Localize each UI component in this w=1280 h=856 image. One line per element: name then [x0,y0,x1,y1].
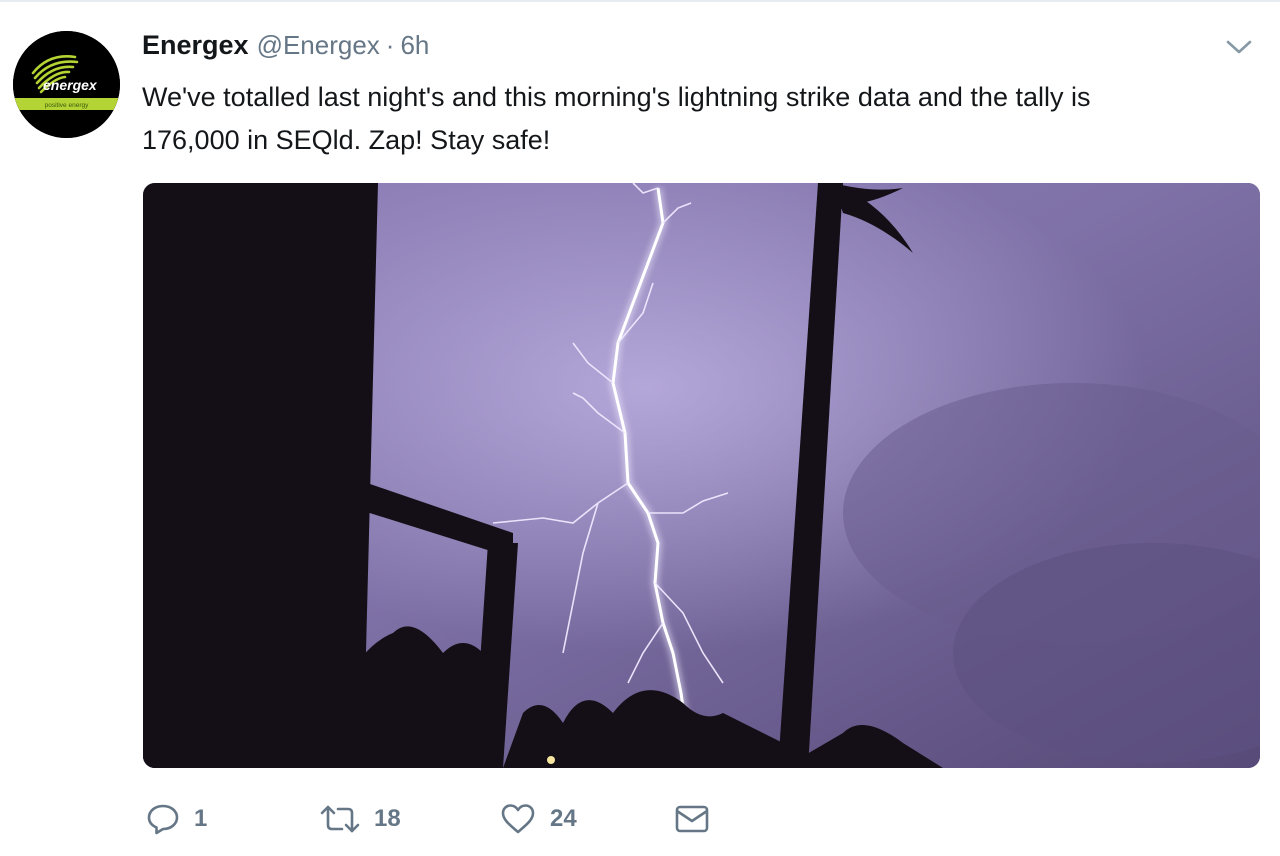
reply-count: 1 [194,805,208,832]
direct-message-button[interactable] [675,804,709,834]
logo-tagline: positive energy [45,102,89,109]
chevron-down-icon[interactable] [1224,36,1254,58]
heart-icon [501,804,535,834]
tweet-text: We've totalled last night's and this mor… [142,76,1257,162]
tweet-photo[interactable] [143,183,1260,768]
envelope-icon [675,805,709,833]
reply-icon [147,804,179,835]
tweet-timestamp[interactable]: 6h [400,30,429,61]
tweet-header: Energex @Energex · 6h [142,30,429,64]
tweet-actions: 1 18 24 [146,800,709,838]
author-handle[interactable]: @Energex [257,30,380,61]
retweet-icon [320,805,360,833]
header-separator: · [385,30,395,60]
retweet-button[interactable]: 18 [320,803,500,835]
tweet-text-line: We've totalled last night's and this mor… [142,82,1091,112]
avatar[interactable]: energex positive energy [13,31,120,138]
retweet-count: 18 [374,805,401,832]
tweet-text-line: 176,000 in SEQld. Zap! Stay safe! [142,125,551,155]
lightning-photo [143,183,1260,768]
top-divider [0,0,1280,2]
reply-button[interactable]: 1 [146,803,320,835]
energex-logo: energex positive energy [13,31,120,138]
author-display-name[interactable]: Energex [142,30,249,61]
like-count: 24 [550,805,577,832]
logo-wordmark: energex [43,77,98,93]
like-button[interactable]: 24 [500,803,675,835]
